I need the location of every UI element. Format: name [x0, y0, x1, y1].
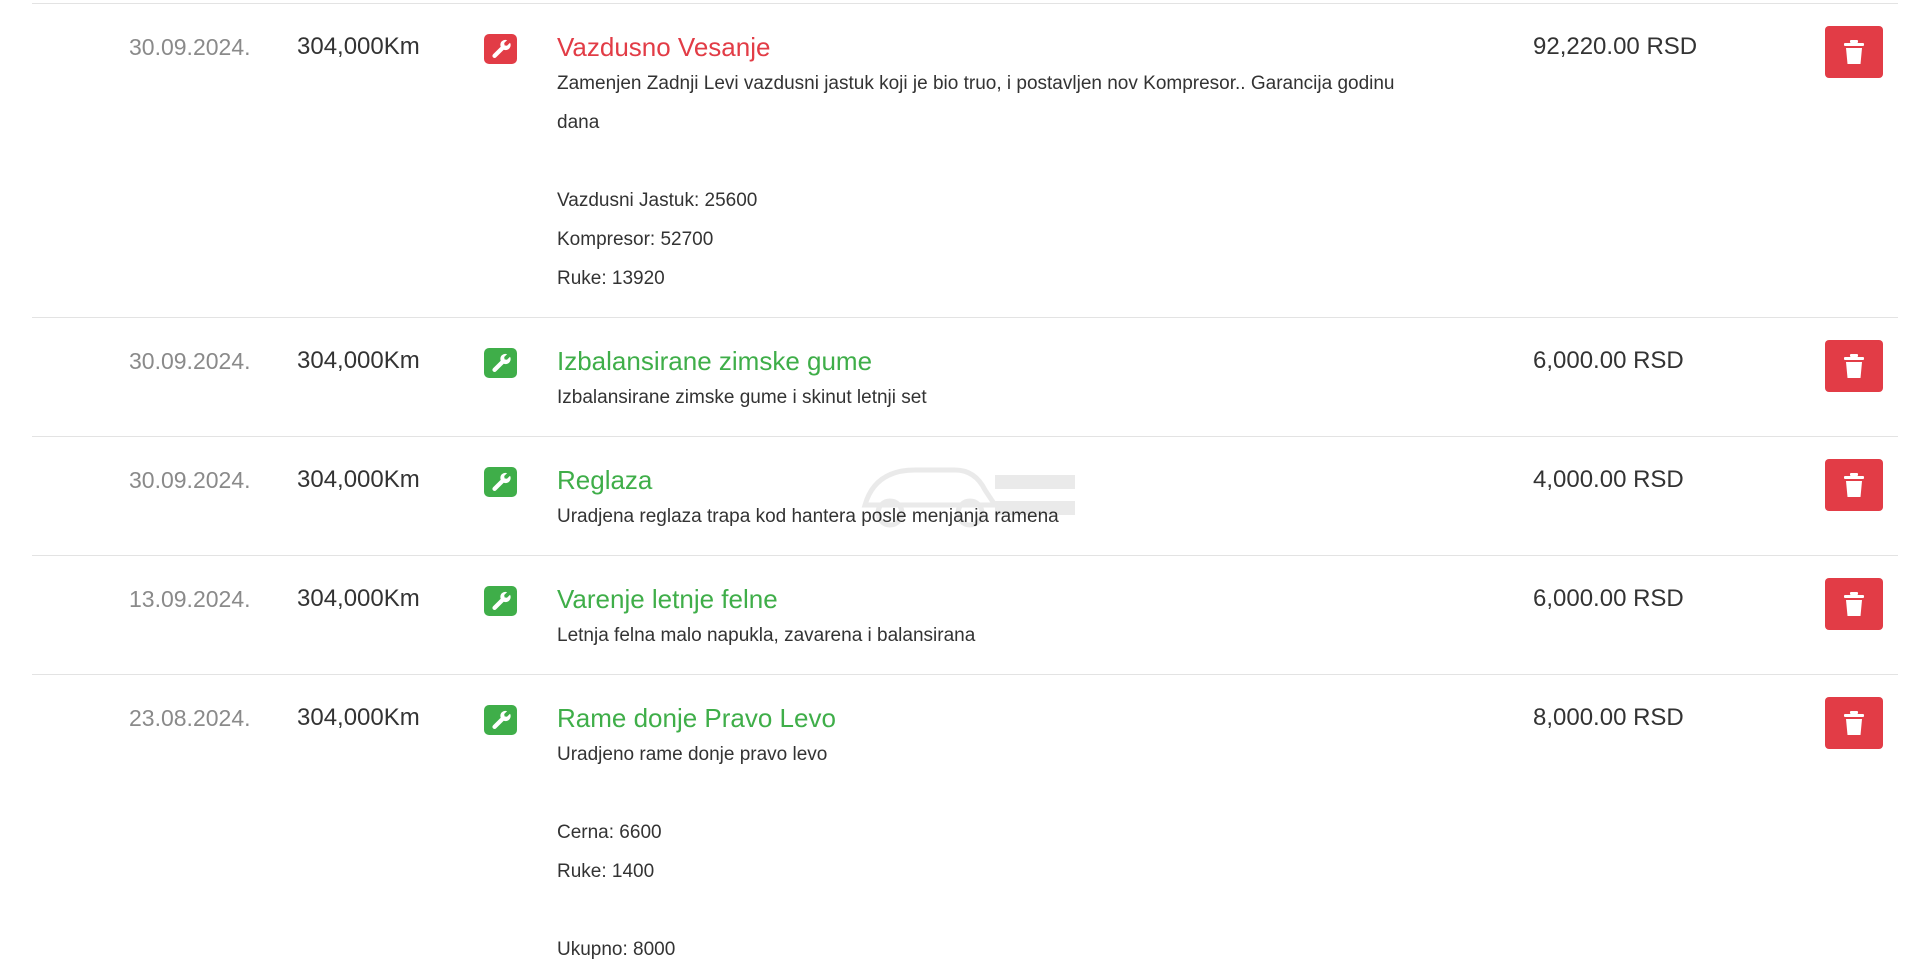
- entry-price: 4,000.00 RSD: [1533, 466, 1684, 493]
- entry-description-line: Izbalansirane zimske gume i skinut letnj…: [557, 387, 927, 408]
- entry-description-line: [557, 774, 1517, 813]
- trash-icon: [1843, 353, 1865, 379]
- service-entry-row: 23.08.2024. 304,000Km Rame donje Pravo Lev…: [32, 674, 1898, 979]
- entry-description-line: dana: [557, 112, 600, 133]
- entry-date: 23.08.2024.: [129, 705, 251, 731]
- entry-description-line: Kompresor: 52700: [557, 229, 714, 250]
- trash-icon: [1843, 591, 1865, 617]
- delete-entry-button[interactable]: [1825, 459, 1883, 511]
- entry-mileage: 304,000Km: [297, 347, 420, 374]
- wrench-icon: [484, 34, 517, 64]
- wrench-icon: [484, 348, 517, 378]
- entry-date: 30.09.2024.: [129, 34, 251, 60]
- trash-icon: [1843, 472, 1865, 498]
- entry-info: Varenje letnje felne Letnja felna malo na…: [557, 582, 1517, 655]
- wrench-icon: [484, 586, 517, 616]
- entry-description-line: Vazdusni Jastuk: 25600: [557, 190, 758, 211]
- service-history-page: 30.09.2024. 304,000Km Vazdusno Vesanje Zame…: [0, 0, 1920, 979]
- service-entry-row: 30.09.2024. 304,000Km Reglaza Uradjena regl…: [32, 436, 1898, 555]
- entry-description-line: [557, 142, 1517, 181]
- entry-description-line: Uradjeno rame donje pravo levo: [557, 744, 828, 765]
- entry-description-line: Ruke: 1400: [557, 861, 655, 882]
- trash-icon: [1843, 39, 1865, 65]
- service-history-list: 30.09.2024. 304,000Km Vazdusno Vesanje Zame…: [32, 3, 1898, 979]
- entry-title: Izbalansirane zimske gume: [557, 346, 873, 376]
- entry-date: 30.09.2024.: [129, 348, 251, 374]
- entry-mileage: 304,000Km: [297, 704, 420, 731]
- entry-price: 6,000.00 RSD: [1533, 585, 1684, 612]
- service-entry-row: 30.09.2024. 304,000Km Izbalansirane zimske…: [32, 317, 1898, 436]
- service-entry-row: 30.09.2024. 304,000Km Vazdusno Vesanje Zame…: [32, 3, 1898, 317]
- delete-entry-button[interactable]: [1825, 697, 1883, 749]
- entry-mileage: 304,000Km: [297, 33, 420, 60]
- entry-description-line: Ruke: 13920: [557, 268, 665, 289]
- trash-icon: [1843, 710, 1865, 736]
- entry-description-line: Uradjena reglaza trapa kod hantera posle…: [557, 506, 1059, 527]
- entry-mileage: 304,000Km: [297, 466, 420, 493]
- entry-description-line: Letnja felna malo napukla, zavarena i ba…: [557, 625, 976, 646]
- entry-date: 30.09.2024.: [129, 467, 251, 493]
- entry-date: 13.09.2024.: [129, 586, 251, 612]
- entry-price: 92,220.00 RSD: [1533, 33, 1698, 60]
- delete-entry-button[interactable]: [1825, 26, 1883, 78]
- delete-entry-button[interactable]: [1825, 340, 1883, 392]
- entry-description-line: Ukupno: 8000: [557, 939, 676, 960]
- entry-description-line: [557, 891, 1517, 930]
- entry-description-line: Zamenjen Zadnji Levi vazdusni jastuk koj…: [557, 73, 1395, 94]
- entry-title: Varenje letnje felne: [557, 584, 778, 614]
- delete-entry-button[interactable]: [1825, 578, 1883, 630]
- entry-title: Vazdusno Vesanje: [557, 32, 771, 62]
- entry-info: Vazdusno Vesanje Zamenjen Zadnji Levi vaz…: [557, 30, 1517, 298]
- entry-description-line: Cerna: 6600: [557, 822, 662, 843]
- service-entry-row: 13.09.2024. 304,000Km Varenje letnje felne…: [32, 555, 1898, 674]
- entry-mileage: 304,000Km: [297, 585, 420, 612]
- entry-title: Reglaza: [557, 465, 653, 495]
- entry-info: Izbalansirane zimske gume Izbalansirane z…: [557, 344, 1517, 417]
- entry-price: 6,000.00 RSD: [1533, 347, 1684, 374]
- entry-info: Reglaza Uradjena reglaza trapa kod hanter…: [557, 463, 1517, 536]
- entry-price: 8,000.00 RSD: [1533, 704, 1684, 731]
- entry-info: Rame donje Pravo Levo Uradjeno rame donje…: [557, 701, 1517, 969]
- entry-title: Rame donje Pravo Levo: [557, 703, 836, 733]
- wrench-icon: [484, 705, 517, 735]
- wrench-icon: [484, 467, 517, 497]
